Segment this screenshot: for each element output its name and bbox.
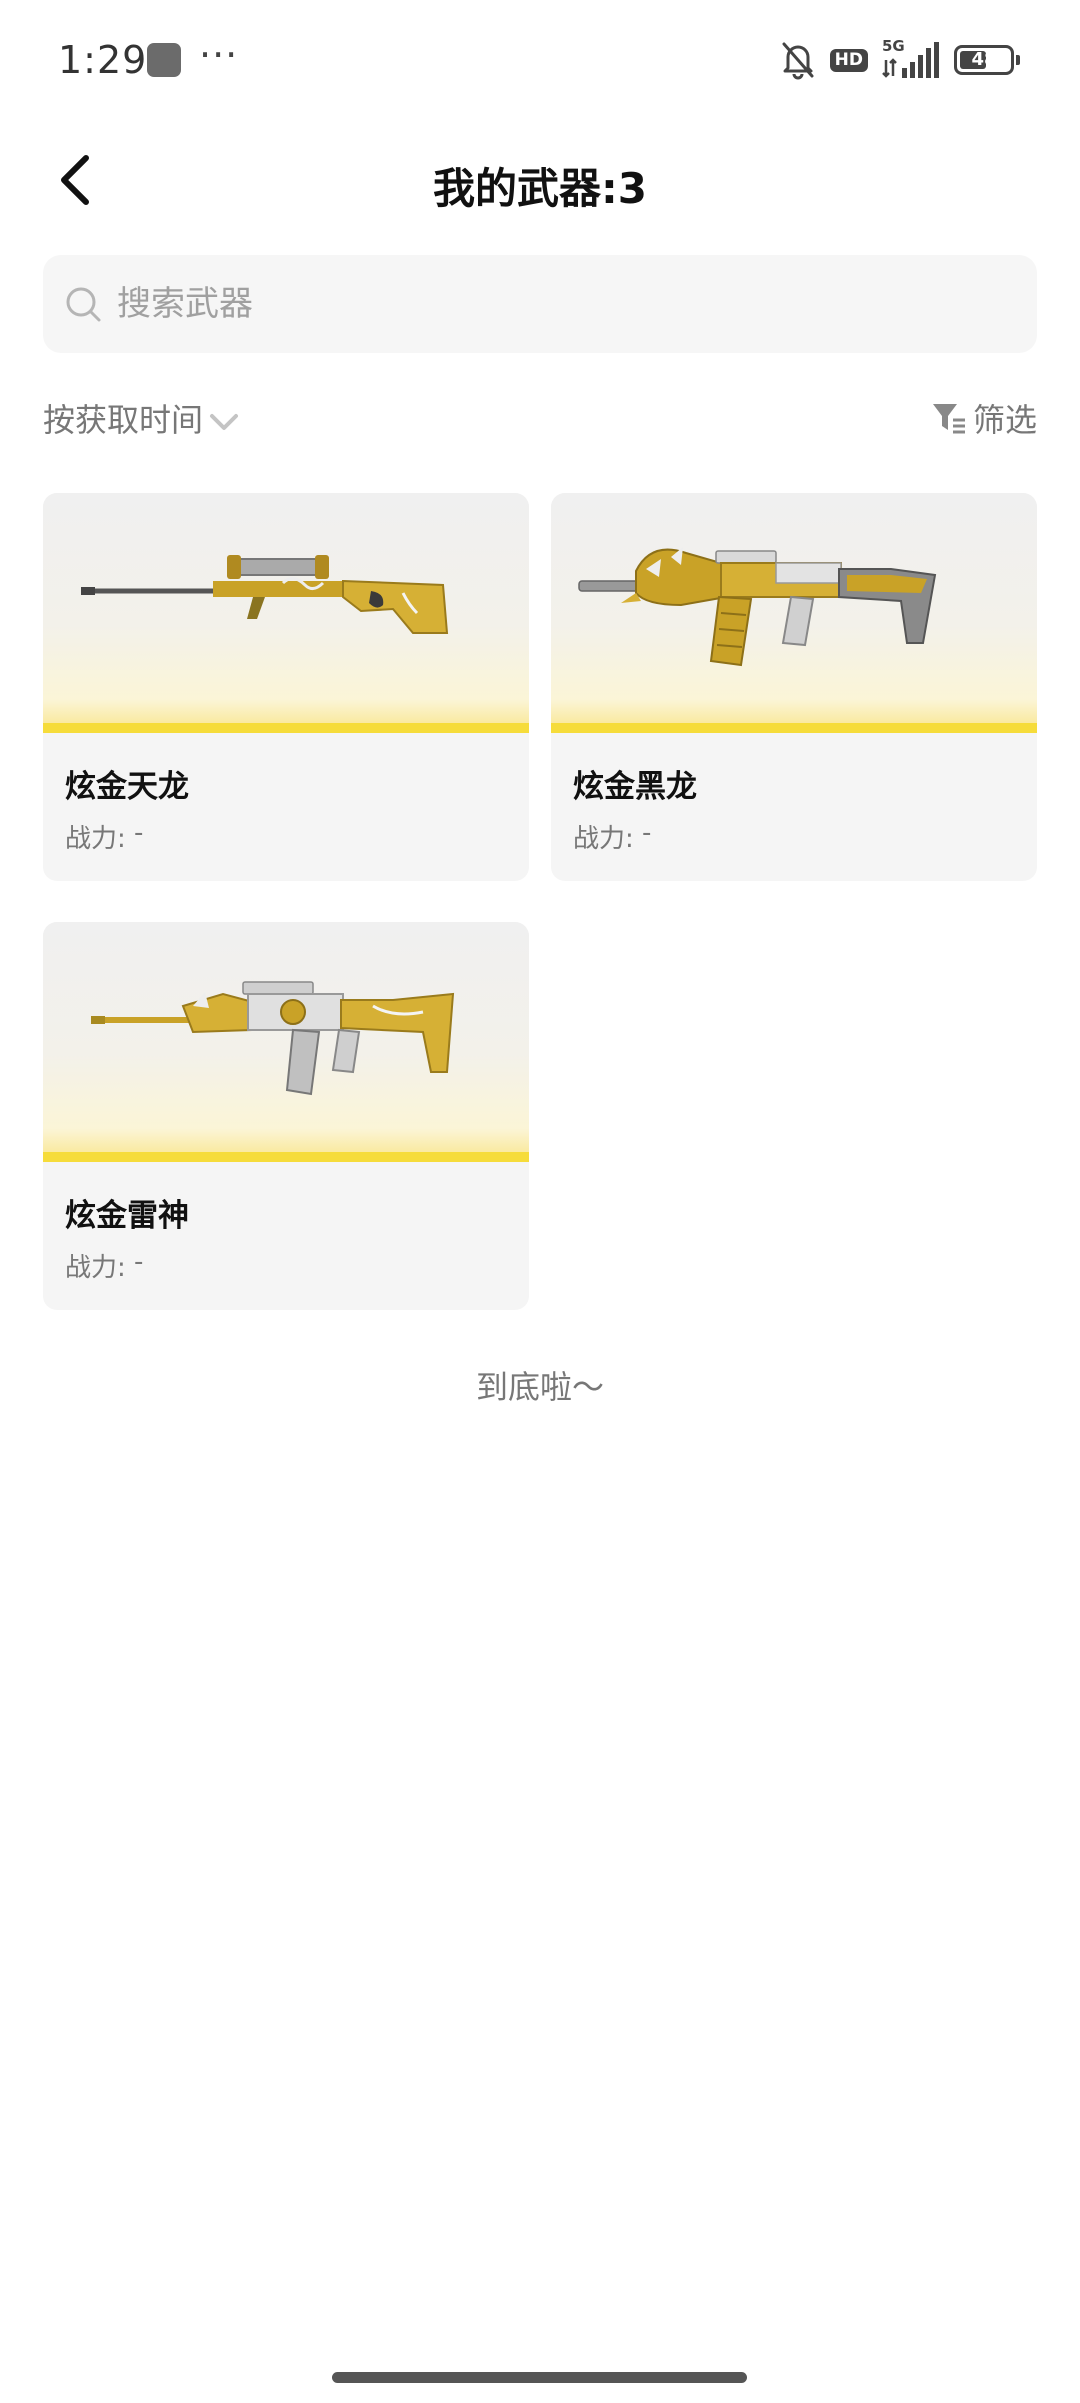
mute-bell-icon <box>782 42 814 80</box>
power-value: - <box>125 818 144 848</box>
status-time: 1:29 <box>58 38 148 82</box>
end-of-list-text: 到底啦～ <box>475 1368 604 1406</box>
weapon-card[interactable]: 炫金黑龙 战力: - <box>551 493 1037 881</box>
filter-label: 筛选 <box>972 401 1037 439</box>
weapon-card[interactable]: 炫金天龙 战力: - <box>43 493 529 881</box>
filter-button[interactable]: 筛选 <box>931 395 1037 441</box>
weapon-power: 战力: - <box>65 818 143 855</box>
sort-label: 按获取时间 <box>43 401 204 439</box>
weapon-power: 战力: - <box>573 818 651 855</box>
rarity-stripe <box>43 1152 529 1162</box>
hd-badge: HD <box>829 48 868 72</box>
weapon-name: 炫金雷神 <box>65 1198 189 1234</box>
weapon-power: 战力: - <box>65 1247 143 1284</box>
power-value: - <box>633 818 652 848</box>
battery-icon: 48 <box>954 45 1020 75</box>
sort-filter-row: 按获取时间 筛选 <box>43 395 1037 445</box>
power-label: 战力: <box>573 824 634 854</box>
battery-tip <box>1016 55 1020 65</box>
status-bar: 1:29 ··· HD 5G 48 <box>0 0 1080 120</box>
sniper-rifle-icon <box>81 555 449 634</box>
assault-rifle-icon <box>578 547 937 667</box>
search-input[interactable] <box>115 283 919 325</box>
battery-percent: 48 <box>971 49 997 70</box>
app-notification-icon <box>147 43 181 77</box>
more-notifications-icon: ··· <box>199 33 239 77</box>
search-bar[interactable] <box>43 255 1037 353</box>
weapon-name: 炫金天龙 <box>65 769 189 805</box>
cellular-signal-icon: 5G <box>882 37 940 80</box>
weapon-image <box>43 493 529 733</box>
weapon-card[interactable]: 炫金雷神 战力: - <box>43 922 529 1310</box>
weapon-name: 炫金黑龙 <box>573 769 697 805</box>
rarity-stripe <box>551 723 1037 733</box>
power-value: - <box>125 1247 144 1277</box>
page-title: 我的武器:3 <box>432 164 648 213</box>
home-indicator[interactable] <box>332 2372 747 2383</box>
weapon-image <box>551 493 1037 733</box>
chevron-down-icon <box>210 414 239 430</box>
rarity-stripe <box>43 723 529 733</box>
filter-icon <box>932 404 965 434</box>
search-icon <box>66 287 101 322</box>
network-type-label: 5G <box>882 37 905 55</box>
power-label: 战力: <box>65 824 126 854</box>
assault-rifle-icon <box>91 981 455 1096</box>
status-indicators: HD 5G 48 <box>780 37 1020 82</box>
power-label: 战力: <box>65 1253 126 1283</box>
sort-dropdown[interactable]: 按获取时间 <box>43 395 239 441</box>
weapon-image <box>43 922 529 1162</box>
